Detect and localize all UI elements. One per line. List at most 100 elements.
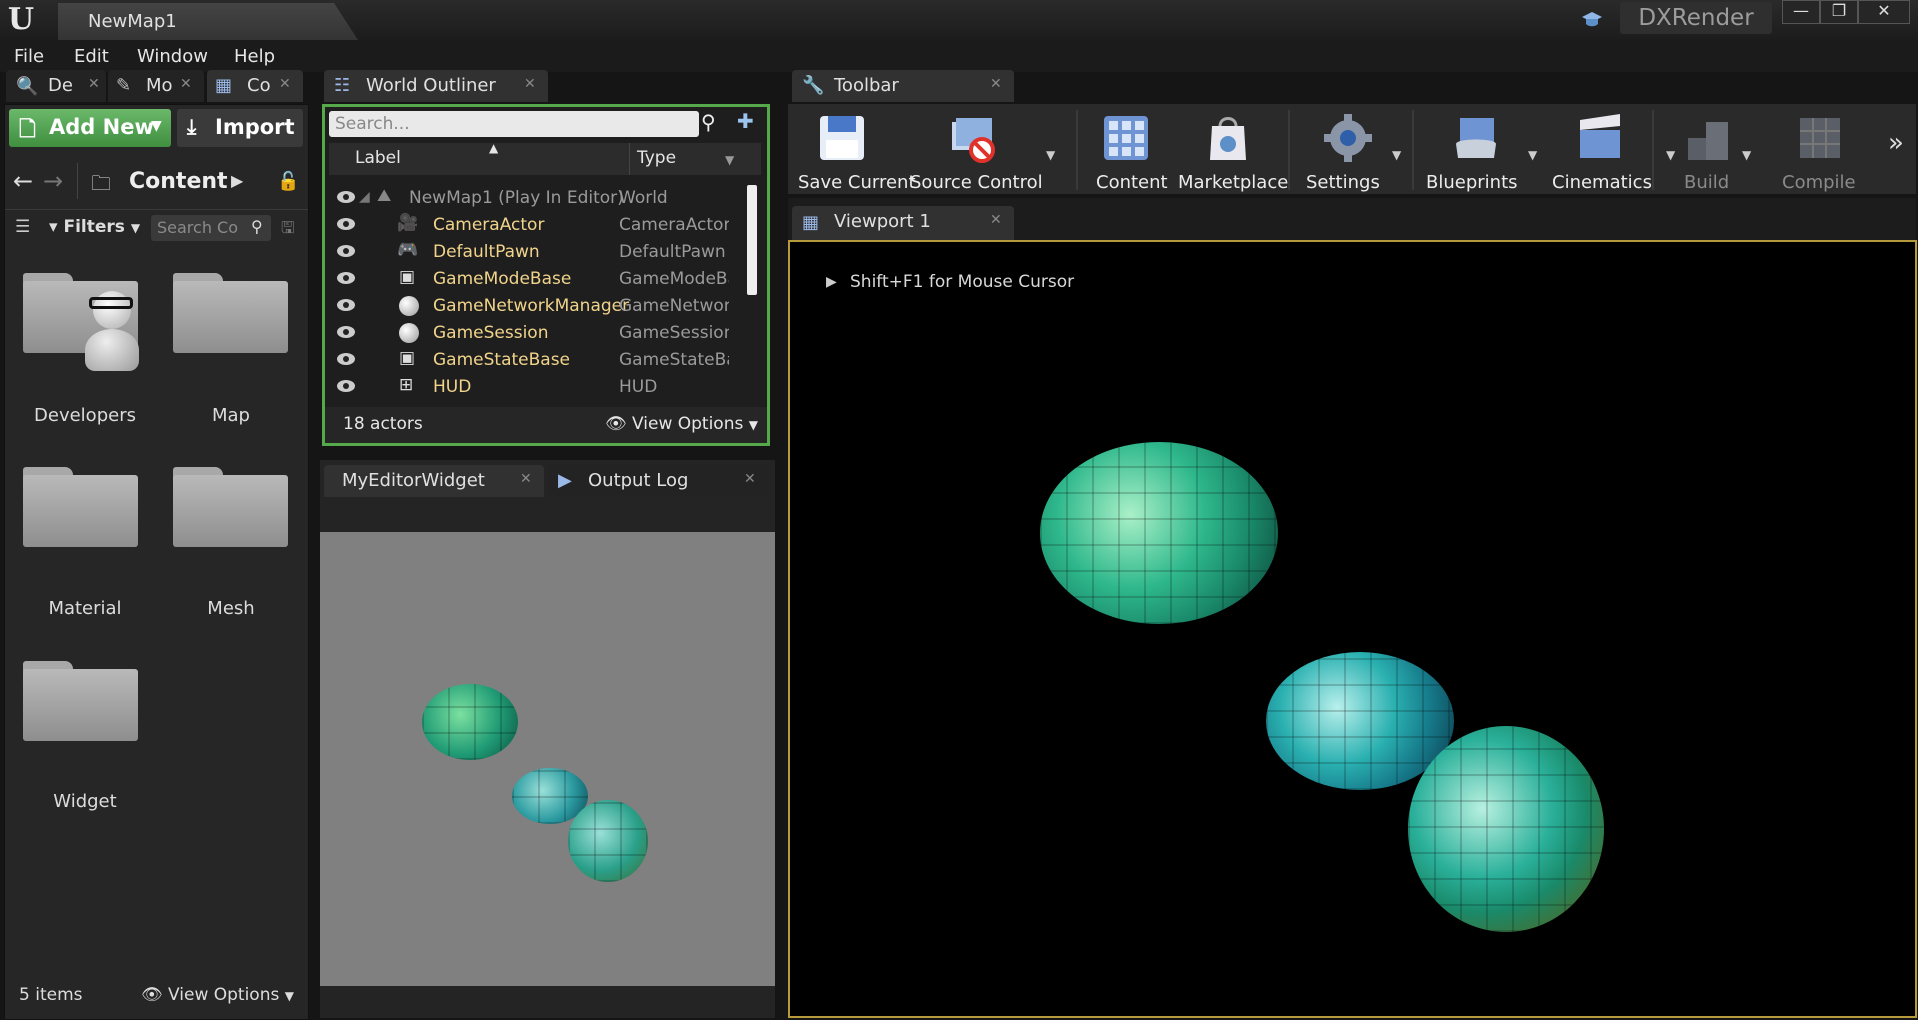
visibility-eye-icon[interactable] bbox=[337, 218, 355, 230]
game-mode-icon: ▣ bbox=[399, 267, 416, 287]
close-icon[interactable]: ✕ bbox=[180, 76, 192, 92]
cinematics-button[interactable]: Cinematics ▼ bbox=[1544, 108, 1675, 193]
close-button[interactable]: ✕ bbox=[1858, 0, 1910, 24]
outliner-row[interactable]: 🎥 CameraActor CameraActor bbox=[329, 212, 739, 239]
tab-viewport[interactable]: ▦ Viewport 1 ✕ bbox=[792, 206, 1014, 240]
close-icon[interactable]: ✕ bbox=[990, 76, 1002, 92]
lock-icon[interactable]: 🔓 bbox=[277, 171, 299, 192]
tab-content-browser[interactable]: ▦ Co ✕ bbox=[207, 70, 303, 102]
forward-arrow-icon[interactable]: → bbox=[43, 167, 63, 195]
folder-material[interactable] bbox=[23, 467, 138, 547]
row-label: CameraActor bbox=[433, 215, 545, 235]
preview-sphere bbox=[422, 684, 518, 760]
save-current-button[interactable]: Save Current bbox=[794, 108, 916, 193]
column-type[interactable]: Type bbox=[637, 148, 676, 168]
close-icon[interactable]: ✕ bbox=[279, 76, 291, 92]
close-icon[interactable]: ✕ bbox=[520, 471, 532, 487]
toolbar-separator bbox=[1412, 110, 1414, 190]
outliner-row[interactable]: 🎮 DefaultPawn DefaultPawn bbox=[329, 239, 739, 266]
tab-modes[interactable]: ✎ Mo ✕ bbox=[108, 70, 204, 102]
view-options-button[interactable]: 👁 View Options ▼ bbox=[141, 985, 294, 1005]
sphere-grid bbox=[1040, 442, 1278, 624]
chevron-down-icon[interactable]: ▼ bbox=[1528, 148, 1537, 162]
search-input[interactable]: Search Co ⚲ bbox=[151, 215, 271, 241]
item-count: 5 items bbox=[19, 985, 83, 1005]
back-arrow-icon[interactable]: ← bbox=[13, 167, 33, 195]
row-label: GameModeBase bbox=[433, 269, 572, 289]
viewport-3d[interactable]: ▶ Shift+F1 for Mouse Cursor bbox=[788, 240, 1917, 1018]
menu-file[interactable]: File bbox=[14, 46, 44, 67]
visibility-eye-icon[interactable] bbox=[337, 326, 355, 338]
visibility-eye-icon[interactable] bbox=[337, 380, 355, 392]
outliner-row[interactable]: ⊞ HUD HUD bbox=[329, 374, 739, 401]
settings-button[interactable]: Settings ▼ bbox=[1296, 108, 1406, 193]
build-button[interactable]: Build ▼ bbox=[1660, 108, 1756, 193]
filters-button[interactable]: ▾ Filters ▼ bbox=[49, 217, 140, 237]
tab-output-log[interactable]: ▶ Output Log ✕ bbox=[548, 465, 768, 497]
compile-button[interactable]: Compile bbox=[1766, 108, 1876, 193]
close-icon[interactable]: ✕ bbox=[990, 212, 1002, 228]
filters-label: Filters bbox=[63, 217, 125, 237]
menu-help[interactable]: Help bbox=[234, 46, 275, 67]
viewport-icon: ▦ bbox=[802, 212, 820, 233]
import-label: Import bbox=[215, 115, 295, 139]
chevron-down-icon[interactable]: ▼ bbox=[1046, 148, 1055, 162]
view-options-button[interactable]: 👁 View Options ▼ bbox=[605, 414, 758, 434]
scrollbar-thumb[interactable] bbox=[747, 185, 757, 295]
level-tab[interactable]: NewMap1 bbox=[58, 3, 358, 40]
dxrender-label: DXRender bbox=[1620, 2, 1772, 34]
tab-widget-label: MyEditorWidget bbox=[342, 470, 485, 491]
sources-panel-icon[interactable]: ☰ bbox=[15, 217, 30, 237]
tab-toolbar-label: Toolbar bbox=[834, 75, 899, 96]
close-icon[interactable]: ✕ bbox=[88, 76, 100, 92]
menu-window[interactable]: Window bbox=[137, 46, 208, 67]
close-icon[interactable]: ✕ bbox=[524, 76, 536, 92]
add-folder-icon[interactable]: ✚ bbox=[737, 109, 754, 133]
overflow-chevron-icon[interactable]: » bbox=[1888, 128, 1904, 158]
content-button[interactable]: Content bbox=[1084, 108, 1168, 193]
folder-label: Widget bbox=[53, 791, 117, 812]
close-icon[interactable]: ✕ bbox=[744, 471, 756, 487]
column-label[interactable]: Label bbox=[355, 148, 401, 168]
outliner-row[interactable]: GameSession GameSession bbox=[329, 320, 739, 347]
visibility-eye-icon[interactable] bbox=[337, 353, 355, 365]
viewport-sphere[interactable] bbox=[1040, 442, 1278, 624]
maximize-button[interactable]: ❐ bbox=[1820, 0, 1858, 24]
source-control-button[interactable]: Source Control ▼ bbox=[898, 108, 1055, 193]
chevron-down-icon[interactable]: ▼ bbox=[1742, 148, 1751, 162]
tab-toolbar[interactable]: 🔧 Toolbar ✕ bbox=[792, 70, 1014, 102]
minimize-button[interactable]: — bbox=[1782, 0, 1820, 24]
column-options-icon[interactable]: ▼ bbox=[725, 153, 734, 167]
unreal-logo-icon[interactable]: U bbox=[4, 2, 38, 37]
visibility-eye-icon[interactable] bbox=[337, 272, 355, 284]
tab-my-editor-widget[interactable]: MyEditorWidget ✕ bbox=[324, 465, 544, 497]
chevron-right-icon[interactable]: ▶ bbox=[231, 171, 243, 190]
path-content[interactable]: Content bbox=[129, 169, 228, 194]
folder-mesh[interactable] bbox=[173, 467, 288, 547]
menu-edit[interactable]: Edit bbox=[74, 46, 109, 67]
outliner-row[interactable]: ▣ GameModeBase GameModeBa bbox=[329, 266, 739, 293]
save-search-icon[interactable]: 🖫 bbox=[281, 217, 295, 244]
viewport-sphere[interactable] bbox=[1408, 726, 1604, 932]
outliner-search-input[interactable]: Search... bbox=[329, 111, 699, 137]
chevron-down-icon[interactable]: ▼ bbox=[1392, 148, 1401, 162]
marketplace-button[interactable]: Marketplace bbox=[1172, 108, 1288, 193]
blueprints-button[interactable]: Blueprints ▼ bbox=[1418, 108, 1538, 193]
add-new-button[interactable]: 🗋 Add New ▼ bbox=[9, 109, 171, 147]
visibility-eye-icon[interactable] bbox=[337, 245, 355, 257]
menu-bar: File Edit Window Help bbox=[0, 40, 1918, 72]
expand-arrow-icon[interactable]: ◢ bbox=[359, 189, 370, 205]
learn-icon[interactable] bbox=[1580, 8, 1604, 32]
folder-widget[interactable] bbox=[23, 661, 138, 741]
folder-developers[interactable] bbox=[23, 273, 139, 371]
visibility-eye-icon[interactable] bbox=[337, 299, 355, 311]
outliner-row[interactable]: GameNetworkManager GameNetwork bbox=[329, 293, 739, 320]
tab-developer-label: De bbox=[48, 75, 73, 96]
visibility-eye-icon[interactable] bbox=[337, 191, 355, 203]
import-button[interactable]: ⤓ Import bbox=[177, 109, 303, 147]
tab-developer[interactable]: 🔍 De ✕ bbox=[6, 70, 106, 102]
outliner-row-world[interactable]: ◢ ⛰ NewMap1 (Play In Editor) World bbox=[329, 185, 739, 212]
folder-map[interactable] bbox=[173, 273, 288, 353]
outliner-row[interactable]: ▣ GameStateBase GameStateBa bbox=[329, 347, 739, 374]
tab-world-outliner[interactable]: ☷ World Outliner ✕ bbox=[324, 70, 548, 102]
